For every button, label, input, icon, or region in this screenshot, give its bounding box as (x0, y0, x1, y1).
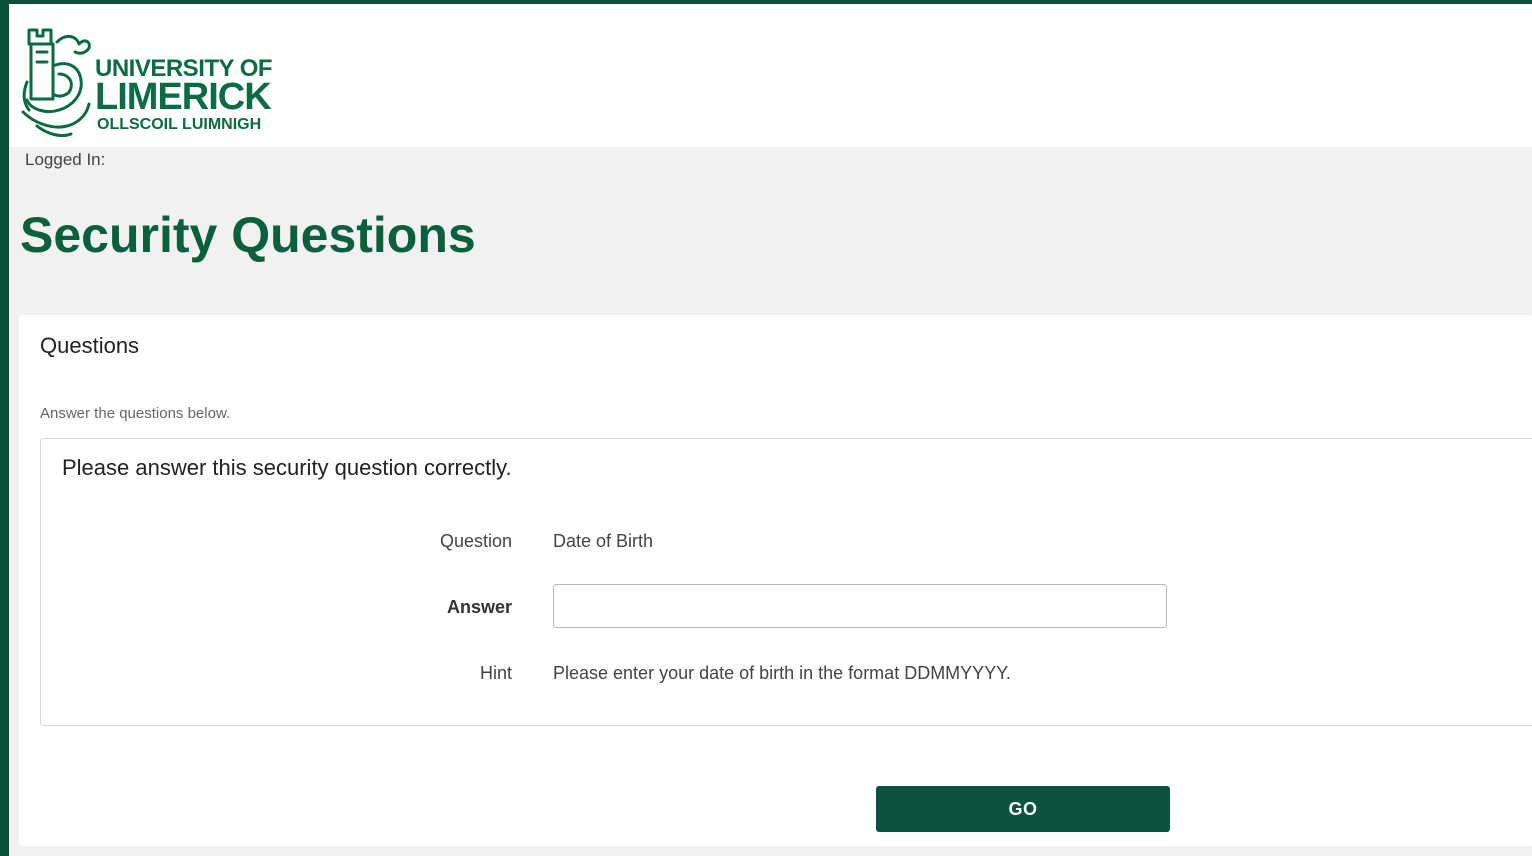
instructions-text: Answer the questions below. (40, 405, 231, 422)
questions-panel: Questions Answer the questions below. Pl… (19, 315, 1532, 846)
panel-title: Questions (40, 333, 140, 358)
page-title: Security Questions (20, 207, 476, 263)
logo-line-2: LIMERICK (95, 76, 272, 118)
logged-in-status: Logged In: (25, 150, 106, 169)
page-frame: UNIVERSITY OF LIMERICK OLLSCOIL LUIMNIGH… (9, 4, 1532, 856)
go-button[interactable]: GO (876, 786, 1170, 832)
question-label: Question (439, 531, 512, 551)
university-crest-icon (21, 28, 91, 138)
header: UNIVERSITY OF LIMERICK OLLSCOIL LUIMNIGH (9, 4, 1532, 147)
hint-label: Hint (479, 663, 512, 683)
answer-label: Answer (446, 597, 512, 617)
answer-input[interactable] (553, 584, 1167, 628)
university-logo[interactable]: UNIVERSITY OF LIMERICK OLLSCOIL LUIMNIGH (17, 22, 287, 142)
security-question-box: Please answer this security question cor… (40, 438, 1532, 726)
question-box-title: Please answer this security question cor… (62, 455, 512, 480)
question-value: Date of Birth (553, 531, 654, 551)
logo-line-3: OLLSCOIL LUIMNIGH (97, 116, 262, 133)
hint-text: Please enter your date of birth in the f… (553, 663, 1011, 683)
